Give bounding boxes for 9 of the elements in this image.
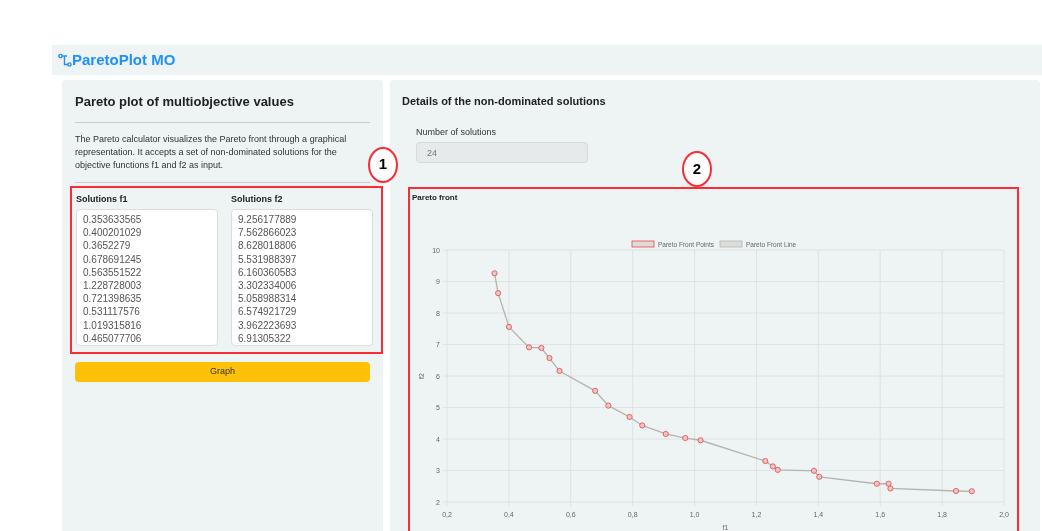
annotation-number: 2 xyxy=(682,151,712,187)
field-label: Solutions f2 xyxy=(231,192,284,206)
panel-title: Details of the non-dominated solutions xyxy=(402,94,607,109)
chart-title: Pareto front xyxy=(412,192,459,204)
annotation-number: 1 xyxy=(368,146,398,183)
field-label: Number of solutions xyxy=(416,125,498,139)
description-text: The Pareto calculator visualizes the Pareto front through a graphical representation. It accepts a set of non-dominated solutions for the objective functions f1 and f2 as input. xyxy=(75,122,370,183)
panel-title: Pareto plot of multiobjective values xyxy=(75,92,370,123)
field-label: Solutions f1 xyxy=(76,192,129,206)
